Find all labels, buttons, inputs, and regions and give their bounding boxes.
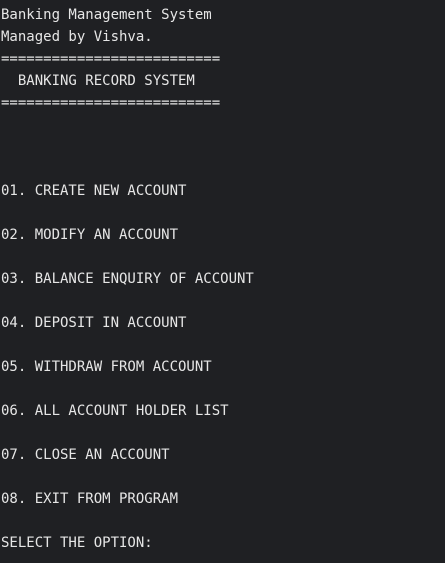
- menu-option-balance: 03. BALANCE ENQUIRY OF ACCOUNT: [1, 271, 254, 287]
- app-subtitle: Managed by Vishva.: [1, 29, 153, 45]
- menu-option-deposit: 04. DEPOSIT IN ACCOUNT: [1, 315, 187, 331]
- console-output: Banking Management System Managed by Vis…: [0, 0, 445, 563]
- menu-option-create: 01. CREATE NEW ACCOUNT: [1, 183, 187, 199]
- separator-bottom: ==========================: [1, 95, 221, 111]
- menu-option-modify: 02. MODIFY AN ACCOUNT: [1, 227, 179, 243]
- separator-top: ==========================: [1, 51, 221, 67]
- app-title: Banking Management System: [1, 7, 212, 23]
- menu-option-list: 06. ALL ACCOUNT HOLDER LIST: [1, 403, 229, 419]
- menu-option-close: 07. CLOSE AN ACCOUNT: [1, 447, 170, 463]
- option-prompt[interactable]: SELECT THE OPTION:: [1, 532, 153, 554]
- menu-option-exit: 08. EXIT FROM PROGRAM: [1, 491, 179, 507]
- banner-title: BANKING RECORD SYSTEM: [1, 73, 195, 89]
- menu-option-withdraw: 05. WITHDRAW FROM ACCOUNT: [1, 359, 212, 375]
